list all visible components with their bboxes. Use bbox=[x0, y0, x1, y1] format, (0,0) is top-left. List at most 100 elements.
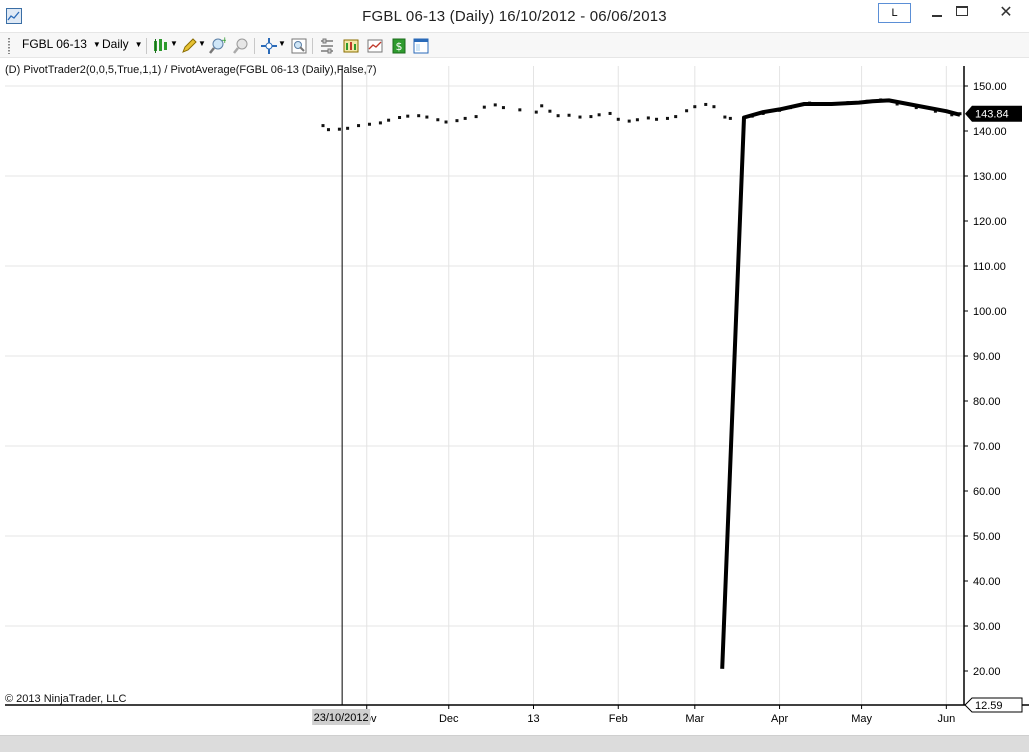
price-bar bbox=[474, 115, 478, 119]
y-tick-label: 120.00 bbox=[973, 216, 1007, 228]
price-bar bbox=[425, 115, 429, 119]
instrument-label: FGBL 06-13 bbox=[22, 37, 87, 51]
x-tick-label: Apr bbox=[771, 713, 788, 725]
chart-series bbox=[321, 98, 962, 669]
price-bar bbox=[444, 120, 448, 124]
data-box-icon[interactable] bbox=[290, 37, 308, 55]
y-tick-label: 80.00 bbox=[973, 396, 1001, 408]
copyright-text: © 2013 NinjaTrader, LLC bbox=[5, 693, 127, 705]
templates-icon[interactable] bbox=[412, 37, 430, 55]
crosshair-value-text: 12.59 bbox=[975, 700, 1003, 712]
price-bar bbox=[501, 106, 505, 110]
price-bar bbox=[337, 127, 341, 131]
chevron-down-icon: ▼ bbox=[92, 40, 101, 49]
price-bar bbox=[578, 115, 582, 119]
price-bar bbox=[463, 116, 467, 120]
zoom-in-icon[interactable]: + bbox=[208, 36, 229, 55]
price-bar bbox=[406, 114, 410, 118]
price-bar bbox=[674, 115, 678, 119]
price-bar bbox=[723, 115, 727, 119]
chart-toolbar: FGBL 06-13 ▼ Daily ▼ ▼ ▼ + ▼ $ bbox=[0, 32, 1029, 58]
x-tick-label: Jun bbox=[937, 713, 955, 725]
y-tick-label: 100.00 bbox=[973, 306, 1007, 318]
price-bar bbox=[712, 105, 716, 109]
price-bar bbox=[378, 121, 382, 125]
price-bar bbox=[646, 116, 650, 120]
x-tick-label: Feb bbox=[609, 713, 628, 725]
price-bar bbox=[704, 102, 708, 106]
price-bar bbox=[548, 109, 552, 113]
crosshair-icon[interactable] bbox=[260, 37, 278, 55]
x-tick-label: Mar bbox=[685, 713, 704, 725]
toolbar-grip[interactable] bbox=[8, 38, 10, 54]
price-bar bbox=[567, 113, 571, 117]
price-bar bbox=[589, 115, 593, 119]
chart-grid bbox=[5, 66, 963, 705]
svg-text:+: + bbox=[221, 37, 226, 46]
properties-icon[interactable] bbox=[318, 37, 336, 55]
crosshair-date-text: 23/10/2012 bbox=[314, 712, 369, 724]
strategies-icon[interactable] bbox=[342, 37, 360, 55]
price-bar bbox=[398, 116, 402, 119]
price-bar bbox=[367, 122, 371, 126]
x-tick-label: May bbox=[851, 713, 872, 725]
y-tick-label: 140.00 bbox=[973, 126, 1007, 138]
close-icon[interactable]: ✕ bbox=[983, 0, 1029, 26]
price-bar bbox=[540, 104, 544, 108]
indicators-icon[interactable] bbox=[366, 37, 384, 55]
chart-panel[interactable]: 20.00 30.00 40.00 50.00 60.00 70.00 80.00 90.00… bbox=[0, 58, 1029, 738]
y-tick-label: 40.00 bbox=[973, 576, 1001, 588]
indicator-label: (D) PivotTrader2(0,0,5,True,1,1) / Pivot… bbox=[5, 64, 377, 76]
minimize-icon[interactable] bbox=[930, 5, 944, 19]
price-bar bbox=[627, 119, 631, 123]
horizontal-scrollbar[interactable] bbox=[0, 735, 1029, 752]
y-tick-label: 60.00 bbox=[973, 486, 1001, 498]
x-tick-label: Dec bbox=[439, 713, 459, 725]
price-bar bbox=[493, 103, 497, 107]
price-bar bbox=[728, 116, 732, 120]
chevron-down-icon[interactable]: ▼ bbox=[278, 39, 286, 48]
chart-style-icon[interactable] bbox=[152, 37, 170, 55]
y-tick-label: 150.00 bbox=[973, 81, 1007, 93]
price-bar bbox=[326, 128, 330, 132]
x-tick-label: 13 bbox=[527, 713, 539, 725]
price-bar bbox=[693, 105, 697, 109]
price-bar bbox=[635, 118, 639, 122]
price-bar bbox=[357, 124, 361, 128]
maximize-icon[interactable] bbox=[956, 6, 968, 16]
crosshair-value-label: 12.59 bbox=[964, 697, 1023, 713]
price-bar bbox=[321, 124, 325, 128]
price-bar bbox=[597, 113, 601, 117]
toolbar-separator bbox=[254, 38, 255, 54]
price-badge: 143.84 bbox=[965, 105, 1022, 122]
price-bar bbox=[608, 111, 612, 115]
interval-selector[interactable]: Daily ▼ bbox=[102, 37, 143, 51]
drawing-tool-icon[interactable] bbox=[180, 37, 198, 55]
price-bar bbox=[387, 118, 391, 122]
title-bar: FGBL 06-13 (Daily) 16/10/2012 - 06/06/20… bbox=[0, 0, 1029, 32]
toolbar-separator bbox=[146, 38, 147, 54]
price-badge-text: 143.84 bbox=[975, 109, 1009, 121]
y-tick-label: 50.00 bbox=[973, 531, 1001, 543]
link-button[interactable]: L bbox=[878, 3, 911, 23]
zoom-out-icon[interactable] bbox=[232, 37, 250, 55]
y-tick-label: 70.00 bbox=[973, 441, 1001, 453]
window-title: FGBL 06-13 (Daily) 16/10/2012 - 06/06/20… bbox=[362, 8, 667, 25]
crosshair-date-label: 23/10/2012 bbox=[312, 709, 371, 725]
price-bar bbox=[665, 116, 669, 120]
price-bar bbox=[616, 117, 620, 121]
price-chart[interactable]: 20.00 30.00 40.00 50.00 60.00 70.00 80.00 90.00… bbox=[0, 58, 1029, 738]
interval-label: Daily bbox=[102, 37, 129, 51]
y-tick-label: 20.00 bbox=[973, 666, 1001, 678]
chevron-down-icon[interactable]: ▼ bbox=[198, 39, 206, 48]
price-bar bbox=[534, 110, 538, 114]
orders-icon[interactable]: $ bbox=[390, 37, 408, 55]
y-tick-label: 90.00 bbox=[973, 351, 1001, 363]
price-bar bbox=[685, 109, 689, 113]
price-bar bbox=[346, 126, 350, 130]
y-tick-label: 30.00 bbox=[973, 621, 1001, 633]
instrument-selector[interactable]: FGBL 06-13 ▼ bbox=[22, 37, 101, 51]
chevron-down-icon[interactable]: ▼ bbox=[170, 39, 178, 48]
price-bar bbox=[482, 105, 486, 109]
svg-text:$: $ bbox=[396, 40, 403, 53]
